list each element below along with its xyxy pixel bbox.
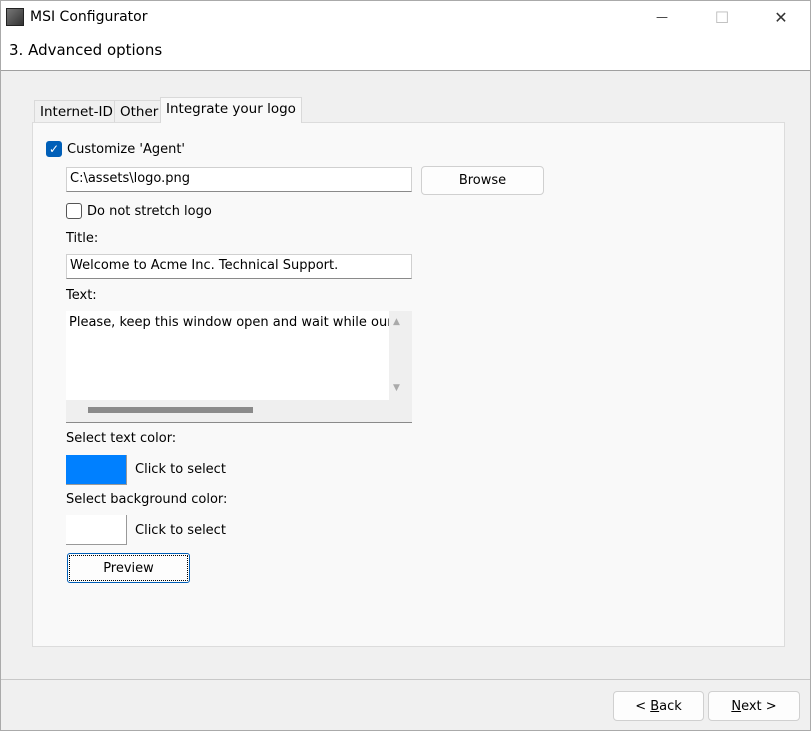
step-title: 3. Advanced options <box>9 41 163 59</box>
maximize-button[interactable]: ☐ <box>699 1 745 33</box>
no-stretch-label[interactable]: Do not stretch logo <box>87 204 212 219</box>
tab-internet-id[interactable]: Internet-ID <box>34 100 119 123</box>
scroll-up-arrow-icon[interactable]: ▲ <box>393 317 400 327</box>
back-prefix: < <box>635 698 651 714</box>
back-rest: ack <box>659 698 682 714</box>
bg-color-label: Select background color: <box>66 492 228 507</box>
text-area-content[interactable]: Please, keep this window open and wait w… <box>66 311 389 400</box>
title-input[interactable]: Welcome to Acme Inc. Technical Support. <box>66 254 412 279</box>
text-color-swatch[interactable] <box>66 455 127 485</box>
next-rest: ext > <box>741 698 777 714</box>
window-title: MSI Configurator <box>30 9 148 25</box>
logo-tab-panel: ✓ Customize 'Agent' C:\assets\logo.png B… <box>32 122 785 647</box>
next-accel: N <box>731 698 742 714</box>
scroll-down-arrow-icon[interactable]: ▼ <box>393 383 400 393</box>
installer-icon <box>6 8 24 26</box>
text-color-action[interactable]: Click to select <box>135 462 226 477</box>
text-color-label: Select text color: <box>66 431 177 446</box>
preview-button[interactable]: Preview <box>67 553 190 583</box>
close-button[interactable]: ✕ <box>758 1 804 33</box>
title-bar: MSI Configurator — ☐ ✕ <box>1 1 810 35</box>
title-label: Title: <box>66 231 99 246</box>
footer-divider <box>1 679 810 680</box>
bg-color-swatch[interactable] <box>66 515 127 545</box>
step-header: 3. Advanced options <box>1 35 810 71</box>
back-accel: B <box>650 698 660 714</box>
browse-button[interactable]: Browse <box>421 166 544 195</box>
customize-label[interactable]: Customize 'Agent' <box>67 142 185 157</box>
tab-other[interactable]: Other <box>114 100 165 123</box>
no-stretch-checkbox[interactable] <box>66 203 82 219</box>
back-button[interactable]: < Back <box>613 691 704 721</box>
customize-checkbox[interactable]: ✓ <box>46 141 62 157</box>
msi-configurator-window: MSI Configurator — ☐ ✕ 3. Advanced optio… <box>0 0 811 731</box>
logo-path-input[interactable]: C:\assets\logo.png <box>66 167 412 192</box>
text-label: Text: <box>66 288 97 303</box>
text-area[interactable]: Please, keep this window open and wait w… <box>66 311 412 423</box>
horizontal-scrollbar-thumb[interactable] <box>88 407 253 413</box>
minimize-button[interactable]: — <box>639 1 685 33</box>
bg-color-action[interactable]: Click to select <box>135 523 226 538</box>
tab-integrate-logo[interactable]: Integrate your logo <box>160 97 302 123</box>
next-button[interactable]: Next > <box>708 691 800 721</box>
